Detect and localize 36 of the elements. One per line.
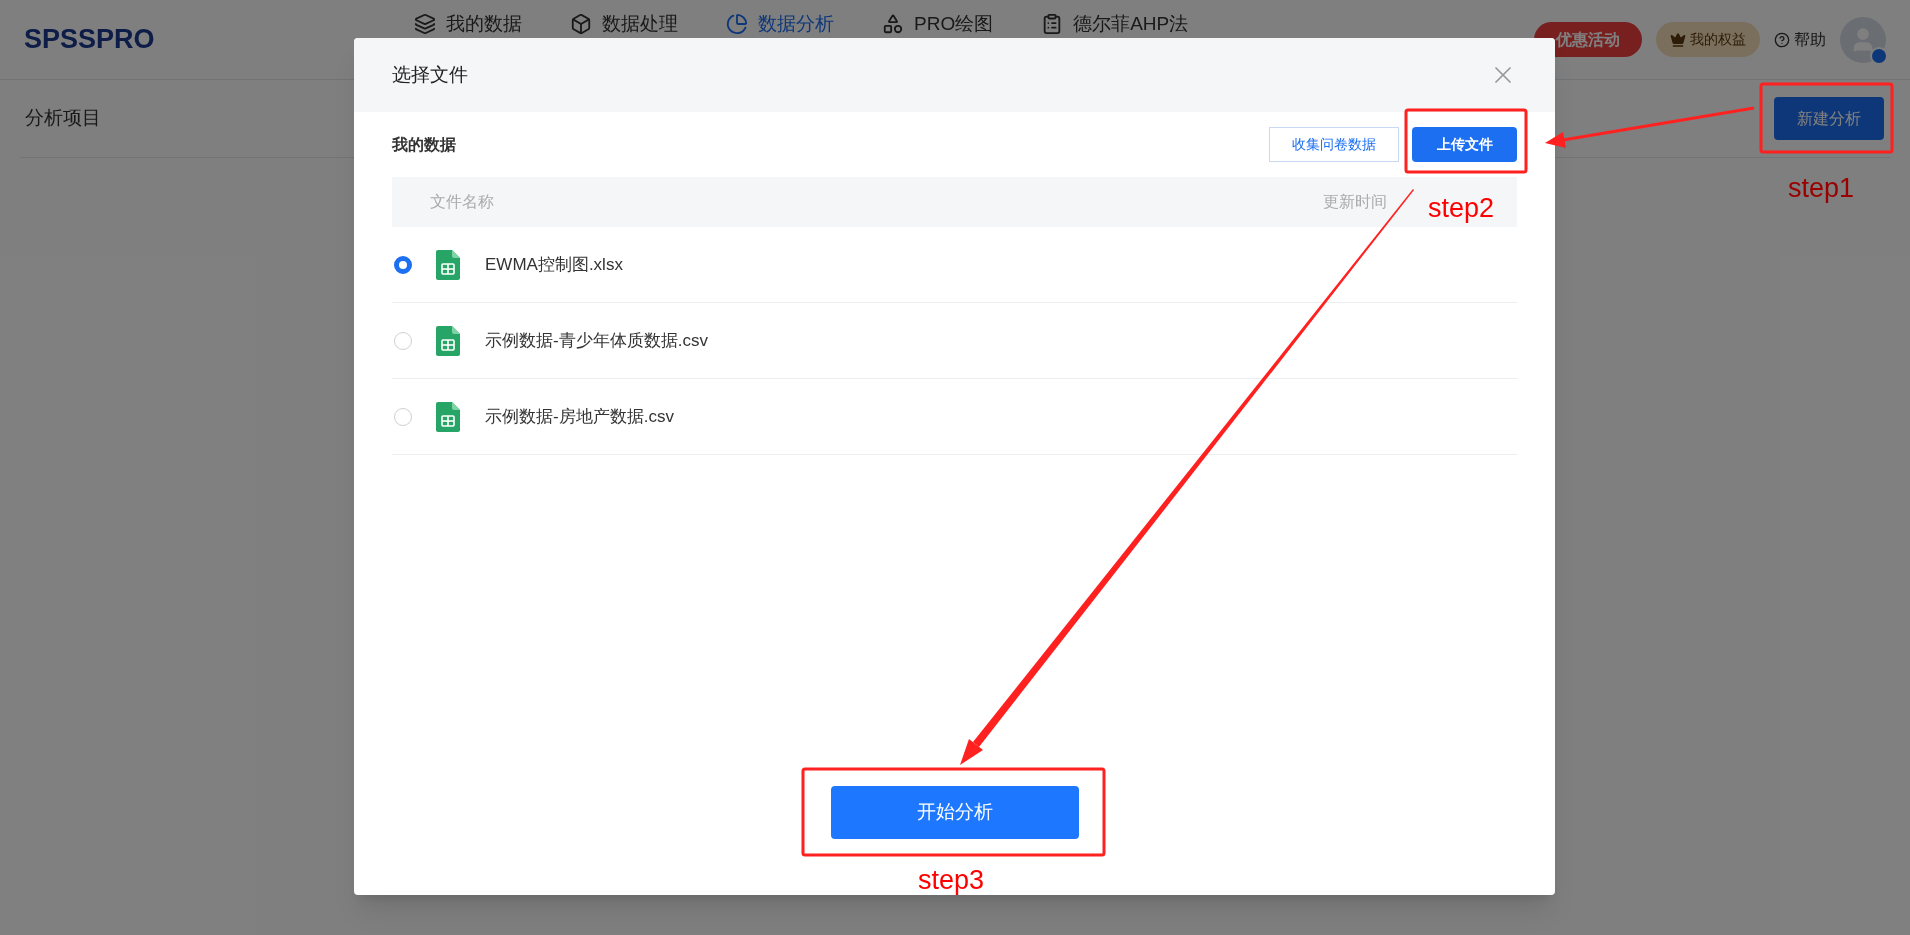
- step-label: step3: [918, 864, 985, 897]
- spreadsheet-file-icon: [436, 325, 460, 356]
- section-title: 我的数据: [392, 134, 456, 155]
- spreadsheet-file-icon: [436, 401, 460, 432]
- upload-button[interactable]: 上传文件: [1412, 127, 1517, 162]
- nav-tab[interactable]: 我的数据: [414, 10, 522, 39]
- column-header: 更新时间: [1323, 192, 1387, 212]
- help-icon: [1774, 31, 1790, 48]
- dialog-title: 选择文件: [392, 62, 468, 87]
- step-label: step2: [1428, 192, 1495, 225]
- nav-icon: [570, 13, 592, 36]
- vip-badge-icon: [1870, 46, 1888, 65]
- new-analysis-button[interactable]: 新建分析: [1774, 97, 1884, 140]
- nav-tab[interactable]: 数据分析: [726, 10, 834, 39]
- nav-tab[interactable]: 数据处理: [570, 10, 678, 39]
- file-name: EWMA控制图.xlsx: [485, 253, 623, 276]
- step-label: step1: [1788, 172, 1855, 205]
- file-name: 示例数据-青少年体质数据.csv: [485, 329, 708, 352]
- help-link[interactable]: 帮助: [1774, 27, 1826, 52]
- crown-icon: [1670, 31, 1686, 48]
- nav-icon: [726, 13, 748, 36]
- file-name: 示例数据-房地产数据.csv: [485, 405, 674, 428]
- avatar[interactable]: [1840, 16, 1886, 63]
- column-header: 文件名称: [430, 192, 494, 212]
- nav-icon: [882, 13, 904, 36]
- collect-survey-button[interactable]: 收集问卷数据: [1269, 127, 1399, 162]
- nav-icon: [414, 13, 436, 36]
- radio-button[interactable]: [394, 255, 412, 274]
- start-analysis-button[interactable]: 开始分析: [830, 786, 1079, 839]
- page-title: 分析项目: [25, 106, 101, 131]
- benefits-button[interactable]: 我的权益: [1656, 22, 1760, 57]
- nav-tab[interactable]: 德尔菲AHP法: [1041, 10, 1189, 39]
- file-row[interactable]: EWMA控制图.xlsx: [392, 227, 1517, 303]
- logo: SPSSPRO: [24, 23, 156, 57]
- nav-tab[interactable]: PRO绘图: [882, 10, 994, 39]
- spreadsheet-file-icon: [436, 249, 460, 280]
